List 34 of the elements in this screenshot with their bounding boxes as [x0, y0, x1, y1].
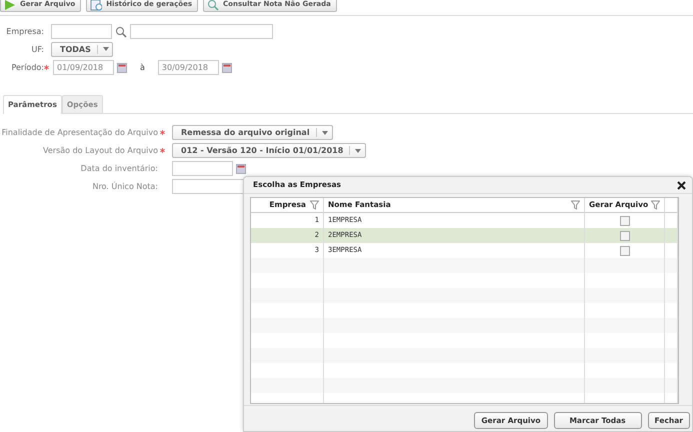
close-icon — [677, 180, 686, 190]
field-label: Finalidade de Apresentação do Arquivo — [2, 126, 158, 139]
date-field[interactable] — [172, 161, 233, 176]
search-icon — [115, 26, 127, 38]
separator-text: à — [140, 62, 145, 74]
filter-icon — [651, 200, 660, 210]
input-field[interactable] — [130, 24, 273, 39]
date-field[interactable]: 30/09/2018 — [158, 60, 219, 75]
caret-icon — [102, 47, 109, 52]
caret-icon — [355, 148, 362, 153]
date-field[interactable]: 01/09/2018 — [53, 60, 114, 75]
search-icon — [207, 0, 220, 10]
field-label: UF: — [30, 44, 44, 56]
field-label: Versão do Layout do Arquivo — [43, 144, 158, 157]
field-label: Período: — [10, 62, 44, 74]
calendar-icon — [222, 62, 232, 72]
input-field[interactable] — [51, 24, 112, 39]
checkbox[interactable] — [620, 230, 630, 240]
select-field[interactable]: Remessa do arquivo original — [172, 125, 333, 140]
play-icon — [4, 0, 16, 10]
checkbox[interactable] — [620, 246, 630, 256]
select-field[interactable]: 012 - Versão 120 - Início 01/01/2018 — [172, 143, 366, 158]
filter-icon — [310, 200, 319, 210]
calendar-icon — [117, 62, 127, 72]
input-field[interactable] — [172, 179, 245, 194]
filter-icon — [571, 200, 580, 210]
field-label: Empresa: — [5, 26, 44, 38]
caret-icon — [322, 130, 328, 135]
checkbox[interactable] — [620, 216, 630, 226]
field-label: Nro. Único Nota: — [92, 180, 158, 193]
calendar-icon — [236, 164, 246, 174]
document-icon — [90, 0, 102, 10]
field-label: Data do inventário: — [80, 162, 158, 175]
select-field[interactable]: TODAS — [51, 42, 113, 57]
